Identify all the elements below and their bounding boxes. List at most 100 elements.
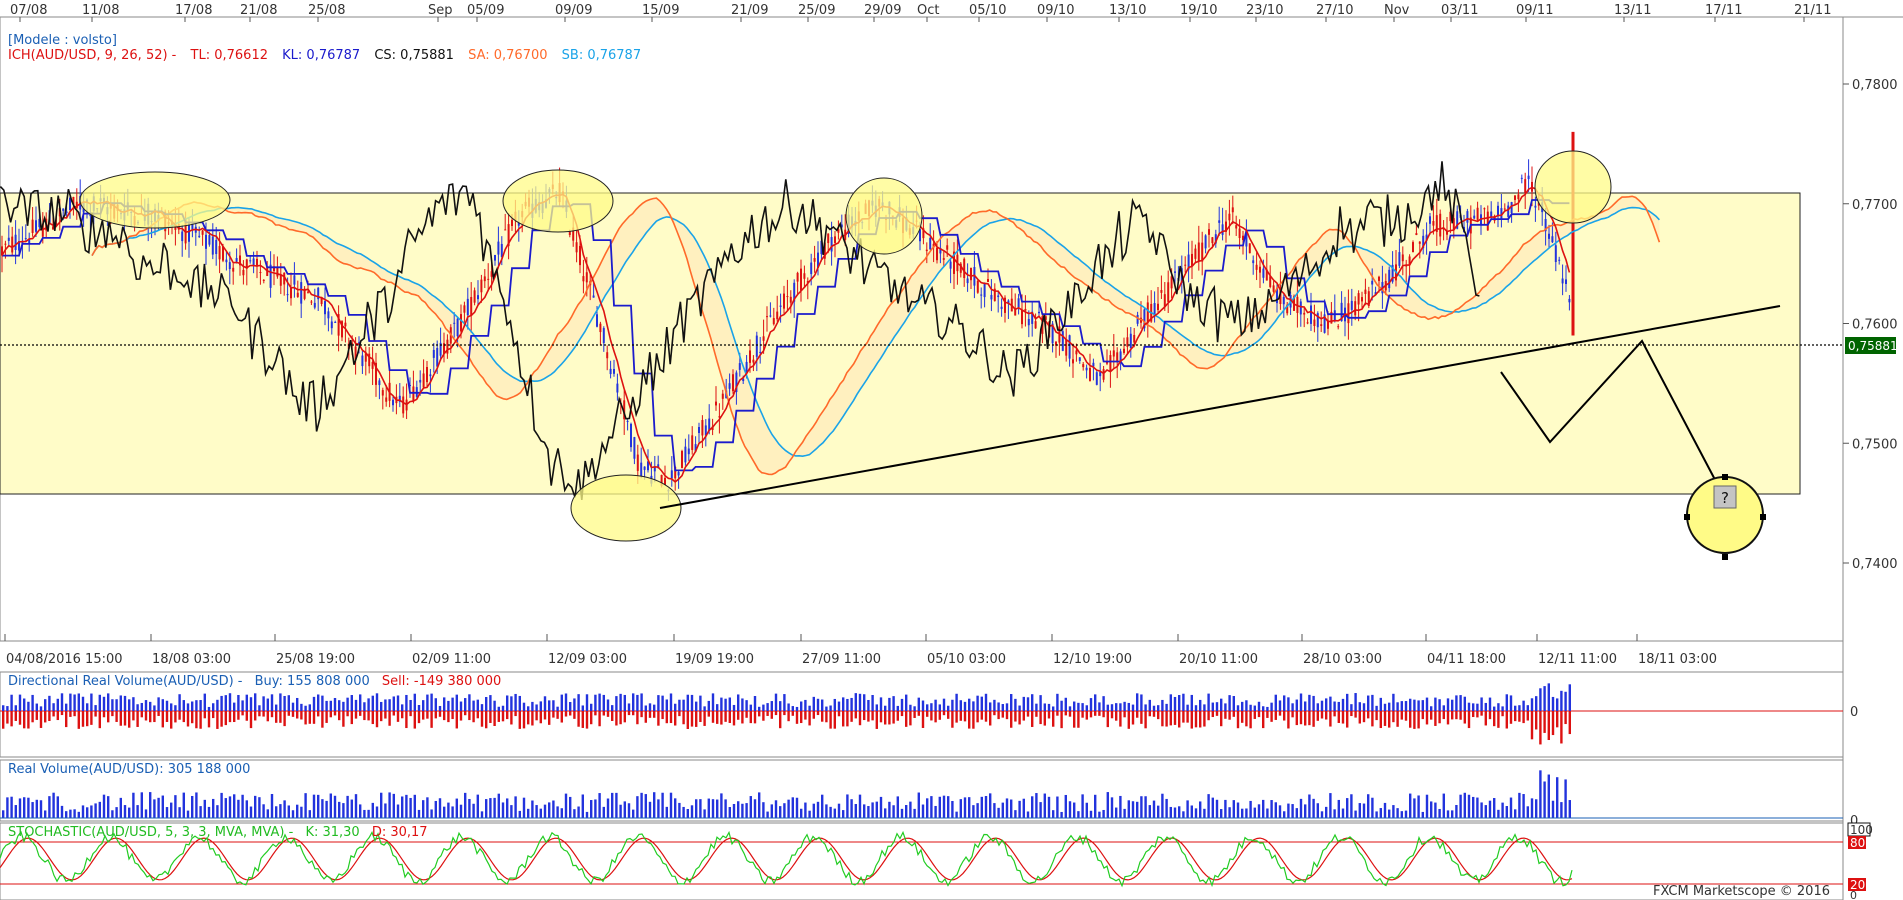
buy-volume-bar bbox=[1438, 699, 1441, 711]
real-volume-bar bbox=[1186, 800, 1189, 818]
y-tick-label: 0,7800 bbox=[1852, 78, 1898, 93]
sell-volume-bar bbox=[468, 711, 471, 721]
buy-volume-bar bbox=[1257, 701, 1261, 711]
candle-body bbox=[466, 298, 469, 316]
buy-volume-bar bbox=[1165, 703, 1168, 711]
candle-body bbox=[1378, 276, 1380, 281]
real-volume-bar bbox=[1467, 794, 1471, 818]
real-volume-bar bbox=[989, 793, 992, 818]
buy-volume-bar bbox=[1522, 700, 1525, 711]
chart-canvas[interactable]: ? 0,7400 0,7500 0,7600 0,7700 0,7800 0,75881… bbox=[0, 0, 1903, 900]
buy-volume-bar bbox=[842, 697, 845, 711]
buy-volume-bar bbox=[921, 700, 925, 711]
sell-volume-bar bbox=[1488, 711, 1492, 720]
real-volume-bar bbox=[997, 807, 1000, 818]
real-volume-bar bbox=[380, 792, 383, 818]
real-volume-bar bbox=[636, 796, 639, 818]
buy-volume-bar bbox=[1434, 697, 1437, 711]
buy-volume-bar bbox=[1064, 697, 1067, 711]
buy-volume-bar bbox=[1367, 695, 1370, 711]
buy-volume-bar bbox=[737, 694, 740, 711]
real-volume-bar bbox=[102, 794, 106, 818]
candle-body bbox=[1364, 289, 1367, 294]
buy-volume-bar bbox=[875, 704, 878, 711]
real-volume-bar bbox=[405, 794, 408, 818]
buy-volume-bar bbox=[396, 695, 400, 711]
buy-volume-bar bbox=[1131, 704, 1135, 711]
sell-volume-bar bbox=[1476, 711, 1479, 718]
candle-body bbox=[766, 316, 768, 318]
sell-volume-bar bbox=[153, 711, 156, 723]
buy-volume-bar bbox=[1241, 701, 1244, 711]
buy-volume-bar bbox=[39, 706, 43, 711]
candle-body bbox=[1167, 282, 1170, 302]
real-volume-bar bbox=[1257, 804, 1261, 818]
sell-volume-bar bbox=[1194, 711, 1198, 728]
buy-volume-bar bbox=[1413, 699, 1416, 711]
real-volume-bar bbox=[123, 805, 127, 818]
real-volume-bar bbox=[1501, 802, 1504, 818]
sell-volume-bar bbox=[1068, 711, 1072, 717]
sell-volume-bar bbox=[56, 711, 59, 721]
real-volume-bar bbox=[52, 792, 55, 818]
candle-body bbox=[1313, 319, 1316, 326]
real-volume-bar bbox=[1199, 801, 1202, 818]
sell-volume-bar bbox=[123, 711, 127, 726]
candle-body bbox=[609, 368, 612, 375]
sell-volume-bar bbox=[157, 711, 160, 716]
real-volume-bar bbox=[1031, 796, 1034, 818]
sell-volume-bar bbox=[304, 711, 307, 725]
real-volume-bar bbox=[1001, 802, 1004, 818]
buy-volume-bar bbox=[669, 693, 673, 711]
sell-volume-bar bbox=[1564, 711, 1567, 725]
candle-body bbox=[640, 462, 643, 477]
candle-body bbox=[1085, 367, 1088, 371]
buy-volume-bar bbox=[1194, 705, 1198, 711]
buy-volume-bar bbox=[648, 703, 652, 711]
real-volume-bar bbox=[1547, 774, 1550, 818]
sell-volume-bar bbox=[270, 711, 274, 718]
buy-volume-bar bbox=[905, 694, 908, 711]
real-volume-bar bbox=[48, 796, 51, 818]
sell-volume-bar bbox=[737, 711, 740, 720]
buy-volume-bar bbox=[464, 698, 467, 711]
real-volume-bar bbox=[94, 803, 97, 818]
buy-volume-bar bbox=[732, 704, 736, 711]
real-volume-bar bbox=[342, 803, 345, 818]
real-volume-bar bbox=[808, 810, 811, 818]
real-volume-bar bbox=[1047, 796, 1051, 818]
real-volume-bar bbox=[426, 797, 429, 818]
candle-body bbox=[1534, 205, 1537, 208]
sell-volume-bar bbox=[800, 711, 803, 724]
real-volume-bar bbox=[1568, 800, 1571, 818]
sell-volume-bar bbox=[569, 711, 572, 716]
candle-body bbox=[35, 220, 37, 232]
sell-volume-bar bbox=[1199, 711, 1202, 728]
sell-volume-bar bbox=[716, 711, 719, 724]
real-volume-bar bbox=[1136, 801, 1139, 818]
candle-body bbox=[1486, 211, 1489, 231]
candle-body bbox=[677, 472, 680, 476]
candle-body bbox=[949, 261, 952, 269]
buy-volume-bar bbox=[111, 699, 114, 711]
real-volume-bar bbox=[896, 796, 899, 818]
candle-body bbox=[242, 269, 245, 276]
buy-volume-bar bbox=[720, 697, 723, 711]
sell-volume-bar bbox=[674, 711, 677, 726]
candle-body bbox=[970, 267, 972, 281]
real-volume-bar bbox=[56, 796, 59, 818]
candle-body bbox=[1371, 280, 1374, 285]
candle-body bbox=[1024, 308, 1027, 311]
sell-volume-bar bbox=[1543, 711, 1546, 733]
buy-volume-bar bbox=[980, 696, 983, 711]
real-volume-bar bbox=[1312, 798, 1315, 818]
buy-volume-bar bbox=[18, 694, 22, 711]
candle-body bbox=[613, 368, 615, 374]
real-volume-bar bbox=[128, 807, 131, 818]
real-volume-bar bbox=[1451, 810, 1454, 818]
candle-body bbox=[1146, 302, 1149, 323]
real-volume-bar bbox=[396, 804, 400, 818]
sell-volume-bar bbox=[254, 711, 257, 721]
candle-body bbox=[575, 242, 578, 253]
buy-volume-bar bbox=[611, 705, 614, 711]
